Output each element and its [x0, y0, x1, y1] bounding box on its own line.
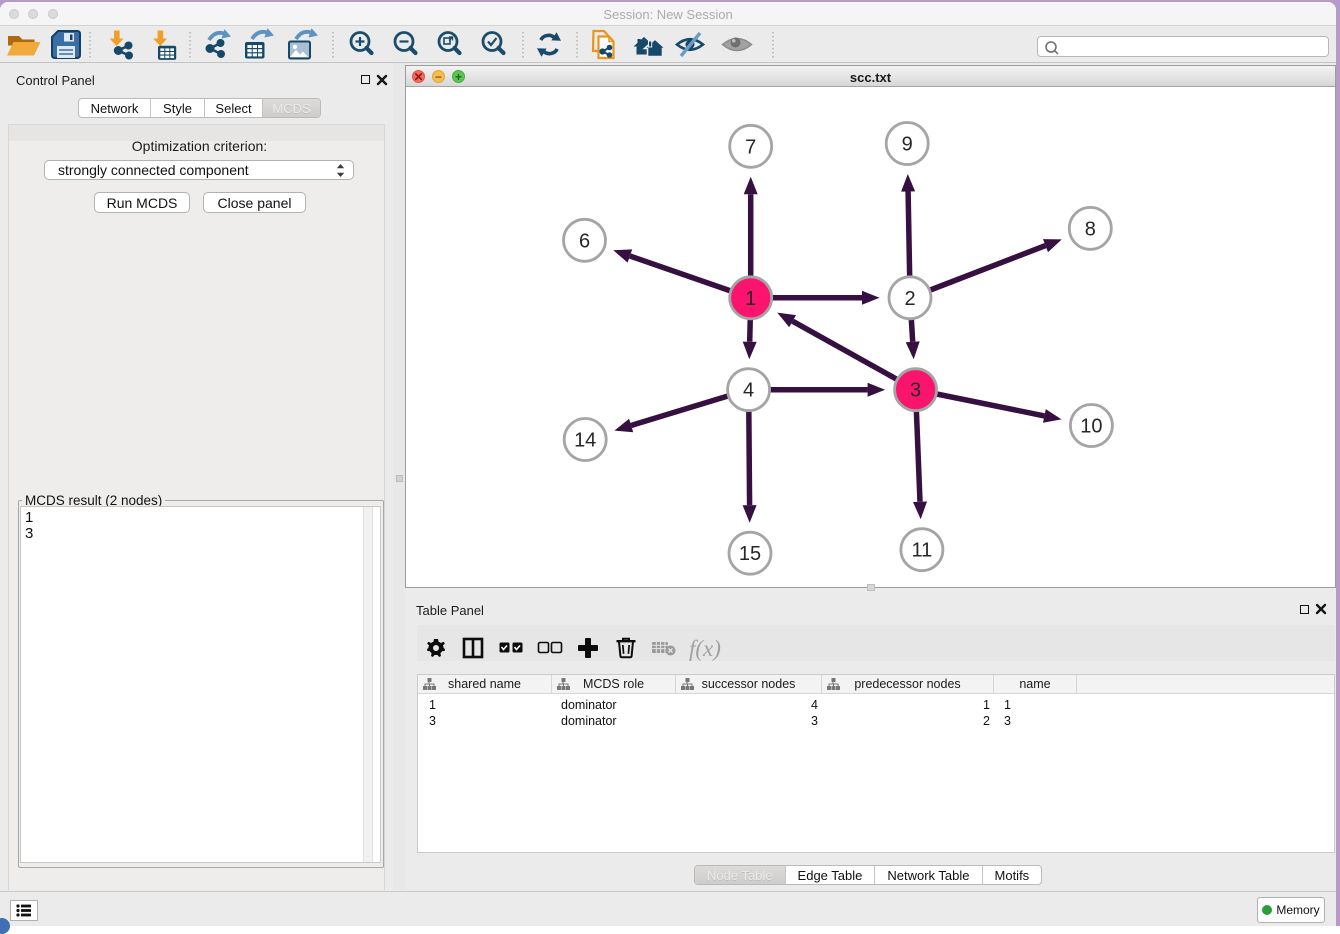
svg-text:f(x): f(x) — [689, 636, 721, 661]
svg-text:6: 6 — [579, 230, 590, 252]
svg-text:3: 3 — [910, 380, 921, 402]
svg-text:15: 15 — [739, 543, 761, 565]
svg-text:2: 2 — [904, 288, 915, 310]
svg-text:10: 10 — [1080, 416, 1102, 438]
svg-text:8: 8 — [1085, 218, 1096, 240]
svg-text:11: 11 — [912, 540, 933, 562]
svg-text:1: 1 — [745, 288, 756, 310]
svg-text:7: 7 — [745, 136, 756, 158]
svg-text:14: 14 — [574, 430, 596, 452]
svg-text:4: 4 — [743, 380, 754, 402]
svg-text:9: 9 — [902, 134, 913, 156]
